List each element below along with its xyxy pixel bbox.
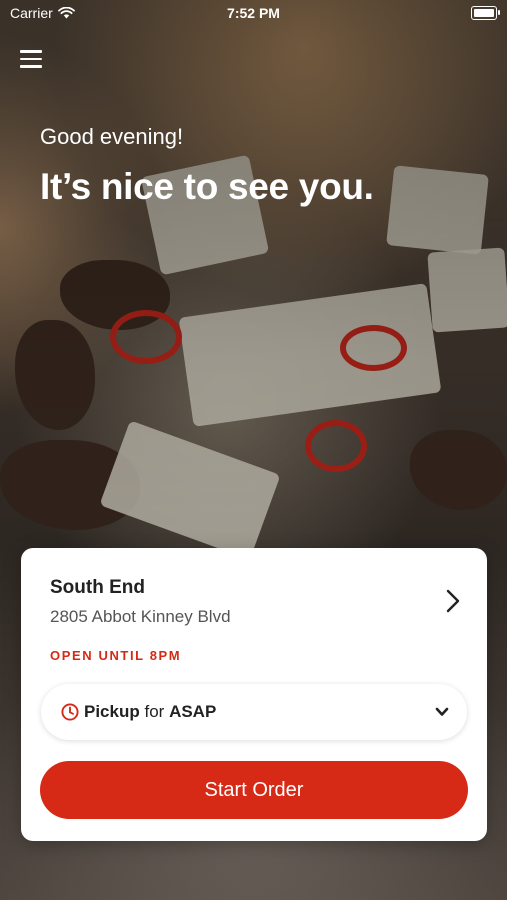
status-time: 7:52 PM	[227, 5, 280, 21]
greeting-text: Good evening!	[40, 124, 184, 149]
start-order-button[interactable]: Start Order	[40, 761, 468, 819]
pickup-mode: Pickup	[84, 702, 140, 721]
chevron-down-icon	[435, 707, 449, 716]
battery-icon	[471, 6, 500, 20]
pickup-time-selector[interactable]: Pickup for ASAP	[41, 684, 467, 740]
location-name[interactable]: South End	[50, 577, 145, 599]
pickup-time: ASAP	[169, 702, 217, 721]
location-card: South End 2805 Abbot Kinney Blvd OPEN UN…	[21, 548, 487, 841]
location-address[interactable]: 2805 Abbot Kinney Blvd	[50, 607, 231, 627]
clock-icon	[61, 703, 79, 721]
pickup-summary: Pickup for ASAP	[84, 702, 216, 722]
hamburger-menu-icon[interactable]	[20, 50, 42, 68]
pickup-connector: for	[144, 702, 165, 721]
hours-status: OPEN UNTIL 8PM	[50, 648, 182, 663]
welcome-headline: It’s nice to see you.	[40, 166, 374, 207]
chevron-right-icon[interactable]	[445, 588, 461, 614]
status-bar: Carrier 7:52 PM	[0, 0, 507, 28]
